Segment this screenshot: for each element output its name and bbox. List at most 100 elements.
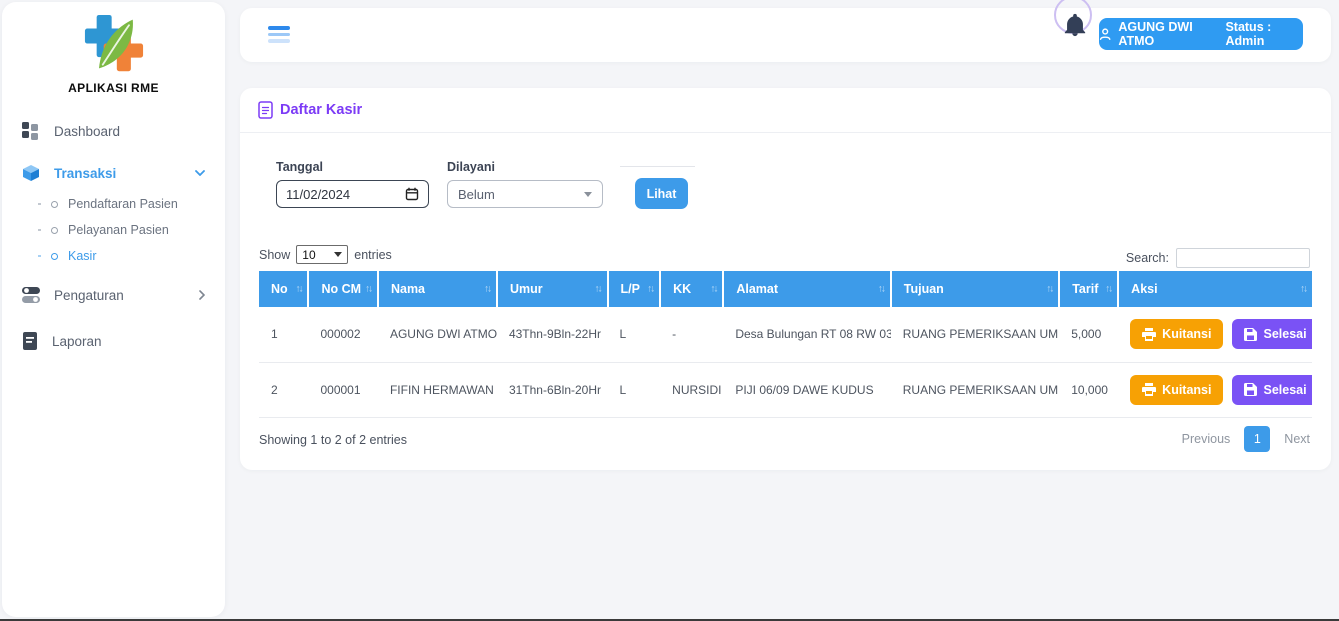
- selesai-button[interactable]: Selesai: [1232, 319, 1312, 349]
- document-icon: [22, 332, 38, 350]
- cell-umur: 43Thn-9Bln-22Hr: [497, 307, 608, 362]
- sort-icon: ↑↓: [295, 284, 301, 295]
- cell-nama: AGUNG DWI ATMO: [378, 307, 497, 362]
- cell-tujuan: RUANG PEMERIKSAAN UMUM: [891, 362, 1059, 417]
- column-header-lp[interactable]: L/P↑↓: [608, 271, 661, 307]
- dilayani-label: Dilayani: [447, 160, 495, 174]
- column-header-alamat[interactable]: Alamat↑↓: [723, 271, 890, 307]
- user-menu-button[interactable]: AGUNG DWI ATMO Status : Admin: [1099, 18, 1303, 50]
- content-card: Daftar Kasir Tanggal 11/02/2024 Dilayani…: [240, 88, 1331, 470]
- dash-decoration: [38, 203, 41, 205]
- previous-page-button[interactable]: Previous: [1182, 432, 1231, 446]
- bullet-ring-icon: [51, 201, 58, 208]
- tanggal-date-input[interactable]: 11/02/2024: [276, 180, 429, 208]
- cell-no: 1: [259, 307, 308, 362]
- page-title-doc-icon: [258, 101, 273, 119]
- cube-icon: [22, 164, 40, 182]
- selesai-button[interactable]: Selesai: [1232, 375, 1312, 405]
- chevron-down-icon: [584, 192, 592, 197]
- sort-icon: ↑↓: [595, 284, 601, 295]
- column-header-umur[interactable]: Umur↑↓: [497, 271, 608, 307]
- cell-no-cm: 000001: [308, 362, 377, 417]
- entries-label: entries: [354, 248, 392, 262]
- next-page-button[interactable]: Next: [1284, 432, 1310, 446]
- dash-decoration: [38, 229, 41, 231]
- sort-icon: ↑↓: [647, 284, 653, 295]
- cell-kk: NURSIDI: [660, 362, 723, 417]
- app-logo[interactable]: APLIKASI RME: [2, 2, 225, 95]
- page-length-value: 10: [302, 248, 315, 262]
- bell-icon: [1063, 12, 1087, 38]
- page-length-select[interactable]: 10: [296, 245, 348, 264]
- sidebar-toggle-button[interactable]: [268, 26, 290, 46]
- calendar-icon[interactable]: [405, 187, 419, 201]
- cell-tarif: 5,000: [1059, 307, 1118, 362]
- sidebar-item-label: Pengaturan: [54, 288, 124, 303]
- sidebar-item-kasir[interactable]: Kasir: [2, 243, 225, 269]
- dilayani-select[interactable]: Belum: [447, 180, 603, 208]
- cell-aksi: Kuitansi Selesai: [1118, 362, 1312, 417]
- medical-cross-leaf-icon: [78, 14, 150, 74]
- bullet-ring-icon: [51, 227, 58, 234]
- sidebar-item-pengaturan[interactable]: Pengaturan: [2, 277, 225, 313]
- person-icon: [1099, 27, 1111, 41]
- cell-tarif: 10,000: [1059, 362, 1118, 417]
- sidebar-item-label: Transaksi: [54, 166, 116, 181]
- cell-tujuan: RUANG PEMERIKSAAN UMUM: [891, 307, 1059, 362]
- page-title: Daftar Kasir: [280, 102, 362, 118]
- table-row: 2 000001 FIFIN HERMAWAN 31Thn-6Bln-20Hr …: [259, 362, 1312, 417]
- pagination: Previous 1 Next: [1182, 426, 1310, 452]
- kuitansi-button[interactable]: Kuitansi: [1130, 375, 1223, 405]
- column-header-kk[interactable]: KK↑↓: [660, 271, 723, 307]
- divider-line: [620, 166, 695, 167]
- notifications-button[interactable]: [1054, 0, 1092, 48]
- topbar: AGUNG DWI ATMO Status : Admin: [240, 8, 1331, 62]
- cell-alamat: Desa Bulungan RT 08 RW 03: [723, 307, 890, 362]
- sort-icon: ↑↓: [484, 284, 490, 295]
- app-title: APLIKASI RME: [2, 81, 225, 95]
- show-label: Show: [259, 248, 290, 262]
- column-header-tujuan[interactable]: Tujuan↑↓: [891, 271, 1059, 307]
- column-header-nama[interactable]: Nama↑↓: [378, 271, 497, 307]
- printer-icon: [1142, 383, 1156, 396]
- kuitansi-button[interactable]: Kuitansi: [1130, 319, 1223, 349]
- column-header-no[interactable]: No↑↓: [259, 271, 308, 307]
- chevron-down-icon: [334, 252, 342, 257]
- sort-icon: ↑↓: [878, 284, 884, 295]
- cell-no-cm: 000002: [308, 307, 377, 362]
- sidebar-item-label: Pendaftaran Pasien: [68, 197, 178, 211]
- table-header-row: No↑↓ No CM↑↓ Nama↑↓ Umur↑↓ L/P↑↓ KK↑↓ Al…: [259, 271, 1312, 307]
- column-header-tarif[interactable]: Tarif↑↓: [1059, 271, 1118, 307]
- column-header-aksi[interactable]: Aksi↑↓: [1118, 271, 1312, 307]
- sort-icon: ↑↓: [365, 284, 371, 295]
- bullet-ring-icon: [51, 253, 58, 260]
- cell-no: 2: [259, 362, 308, 417]
- printer-icon: [1142, 328, 1156, 341]
- dash-decoration: [38, 255, 41, 257]
- chevron-down-icon: [195, 170, 205, 176]
- sidebar-item-label: Dashboard: [54, 124, 120, 139]
- card-header: Daftar Kasir: [240, 88, 1331, 133]
- cell-lp: L: [608, 307, 661, 362]
- page-length-control: Show 10 entries: [259, 245, 392, 264]
- sidebar-item-label: Pelayanan Pasien: [68, 223, 169, 237]
- user-name: AGUNG DWI ATMO: [1118, 20, 1218, 48]
- search-control: Search:: [1126, 248, 1310, 268]
- save-icon: [1244, 328, 1257, 341]
- sidebar-item-transaksi[interactable]: Transaksi: [2, 155, 225, 191]
- search-input[interactable]: [1176, 248, 1310, 268]
- sidebar-item-dashboard[interactable]: Dashboard: [2, 113, 225, 149]
- column-header-no-cm[interactable]: No CM↑↓: [308, 271, 377, 307]
- sidebar-item-label: Laporan: [52, 334, 102, 349]
- lihat-button[interactable]: Lihat: [635, 178, 688, 209]
- sidebar-item-laporan[interactable]: Laporan: [2, 323, 225, 359]
- sidebar-item-pendaftaran-pasien[interactable]: Pendaftaran Pasien: [2, 191, 225, 217]
- dilayani-value: Belum: [458, 187, 495, 202]
- sidebar-item-label: Kasir: [68, 249, 96, 263]
- sidebar: APLIKASI RME Dashboard Transaksi: [2, 2, 225, 617]
- current-page-button[interactable]: 1: [1244, 426, 1270, 452]
- sort-icon: ↑↓: [1105, 284, 1111, 295]
- sort-icon: ↑↓: [1046, 284, 1052, 295]
- hamburger-icon: [268, 26, 290, 30]
- sidebar-item-pelayanan-pasien[interactable]: Pelayanan Pasien: [2, 217, 225, 243]
